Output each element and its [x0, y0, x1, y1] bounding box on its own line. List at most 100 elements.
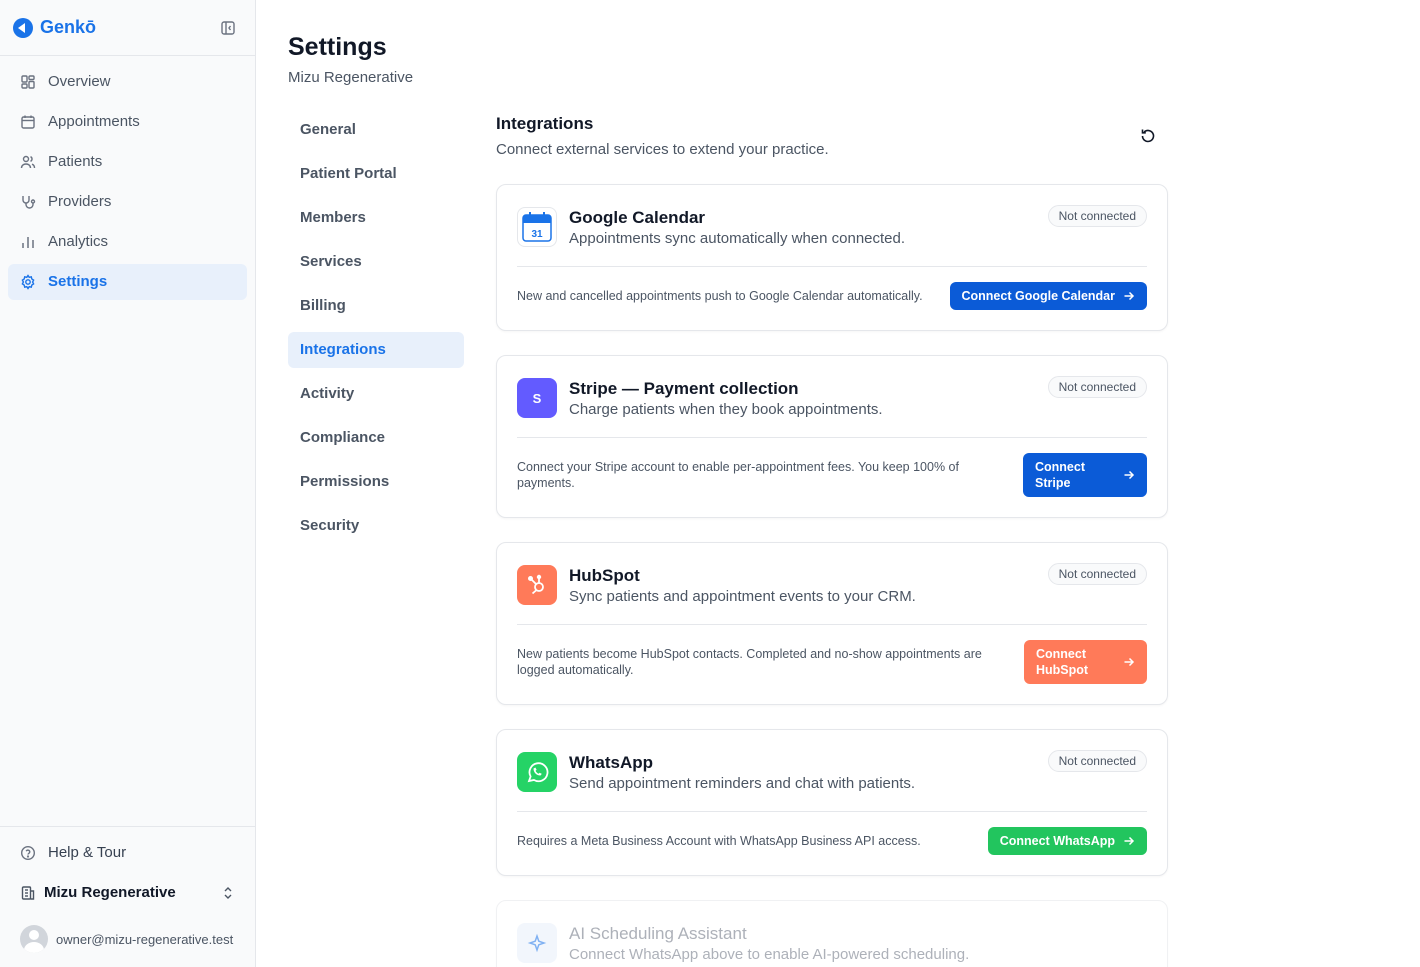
org-name: Mizu Regenerative — [44, 884, 176, 901]
subnav-label: General — [300, 121, 356, 138]
sidebar-item-settings[interactable]: Settings — [8, 264, 247, 300]
connect-hubspot-button[interactable]: Connect HubSpot — [1024, 640, 1147, 684]
subnav-label: Compliance — [300, 429, 386, 446]
sidebar: Genkō Overview Appointments Patients Pro — [0, 0, 256, 967]
card-divider — [517, 437, 1147, 438]
integration-name: Google Calendar — [569, 208, 706, 227]
card-divider — [517, 624, 1147, 625]
connect-stripe-button[interactable]: Connect Stripe — [1023, 453, 1147, 497]
user-account-menu[interactable]: owner@mizu-regenerative.test — [8, 921, 247, 957]
sidebar-item-appointments[interactable]: Appointments — [8, 104, 247, 140]
grid-icon — [20, 74, 36, 90]
subnav-item-permissions[interactable]: Permissions — [288, 464, 464, 500]
integration-name: HubSpot — [569, 566, 640, 585]
status-badge: Not connected — [1047, 563, 1147, 585]
arrow-right-icon — [1124, 470, 1135, 480]
subnav-label: Members — [300, 209, 366, 226]
collapse-sidebar-icon[interactable] — [220, 20, 236, 36]
gear-icon — [20, 274, 36, 290]
sidebar-item-label: Providers — [48, 193, 112, 210]
arrow-right-icon — [1124, 836, 1135, 846]
subnav-item-members[interactable]: Members — [288, 200, 464, 236]
sparkle-icon — [517, 923, 557, 963]
sidebar-item-label: Settings — [48, 273, 108, 290]
sidebar-item-providers[interactable]: Providers — [8, 184, 247, 220]
help-tour-button[interactable]: Help & Tour — [8, 835, 247, 871]
subnav-item-security[interactable]: Security — [288, 508, 464, 544]
integration-footnote: Requires a Meta Business Account with Wh… — [517, 834, 921, 848]
status-badge: Not connected — [1047, 376, 1147, 398]
integration-description: Charge patients when they book appointme… — [569, 401, 883, 418]
subnav-item-patient-portal[interactable]: Patient Portal — [288, 156, 464, 192]
section-title: Integrations — [496, 114, 594, 133]
subnav-label: Permissions — [300, 473, 390, 490]
page-title: Settings — [288, 33, 387, 61]
button-label: Connect Google Calendar — [961, 289, 1116, 303]
card-divider — [517, 811, 1147, 812]
user-email: owner@mizu-regenerative.test — [56, 932, 234, 947]
integration-description: Sync patients and appointment events to … — [569, 588, 916, 605]
refresh-icon[interactable] — [1138, 126, 1158, 146]
integration-name: WhatsApp — [569, 753, 654, 772]
sidebar-item-overview[interactable]: Overview — [8, 64, 247, 100]
button-label: Connect Stripe — [1035, 460, 1085, 490]
integration-card-google-calendar: 31 Google Calendar Appointments sync aut… — [496, 184, 1168, 331]
integration-card-stripe: S Stripe — Payment collection Charge pat… — [496, 355, 1168, 518]
stripe-logo-icon: S — [517, 378, 557, 418]
sidebar-item-label: Patients — [48, 153, 103, 170]
integration-description: Appointments sync automatically when con… — [569, 230, 906, 247]
arrow-right-icon — [1124, 657, 1135, 667]
subnav-item-compliance[interactable]: Compliance — [288, 420, 464, 456]
google-calendar-logo-text: 31 — [531, 229, 543, 240]
subnav-label: Integrations — [300, 341, 386, 358]
integration-card-ai-scheduling: AI Scheduling Assistant Connect WhatsApp… — [496, 900, 1168, 967]
subnav-item-activity[interactable]: Activity — [288, 376, 464, 412]
brand-header: Genkō — [0, 0, 255, 56]
sidebar-item-label: Analytics — [48, 233, 109, 250]
status-badge: Not connected — [1047, 205, 1147, 227]
help-tour-label: Help & Tour — [48, 844, 127, 861]
status-badge: Not connected — [1047, 750, 1147, 772]
sidebar-item-label: Overview — [48, 73, 111, 90]
bar-chart-icon — [20, 234, 36, 250]
subnav-label: Billing — [300, 297, 346, 314]
button-label: Connect WhatsApp — [999, 834, 1115, 848]
brand-logo-icon[interactable] — [13, 18, 33, 38]
org-switcher[interactable]: Mizu Regenerative — [8, 875, 247, 911]
page-subtitle: Mizu Regenerative — [288, 69, 414, 86]
integration-name: Stripe — Payment collection — [569, 379, 799, 398]
connect-whatsapp-button[interactable]: Connect WhatsApp — [987, 827, 1147, 855]
subnav-label: Patient Portal — [300, 165, 397, 182]
users-icon — [20, 154, 36, 170]
subnav-label: Activity — [300, 385, 355, 402]
integration-card-hubspot: HubSpot Sync patients and appointment ev… — [496, 542, 1168, 705]
building-icon — [20, 885, 36, 901]
subnav-item-billing[interactable]: Billing — [288, 288, 464, 324]
calendar-icon — [20, 114, 36, 130]
brand-name[interactable]: Genkō — [40, 17, 96, 38]
subnav-item-services[interactable]: Services — [288, 244, 464, 280]
subnav-item-integrations[interactable]: Integrations — [288, 332, 464, 368]
sidebar-item-patients[interactable]: Patients — [8, 144, 247, 180]
connect-google-calendar-button[interactable]: Connect Google Calendar — [949, 282, 1147, 310]
button-label: Connect HubSpot — [1036, 647, 1089, 677]
arrow-right-icon — [1124, 291, 1135, 301]
subnav-item-general[interactable]: General — [288, 112, 464, 148]
section-description: Connect external services to extend your… — [496, 141, 829, 158]
integration-description: Connect WhatsApp above to enable AI-powe… — [569, 946, 970, 963]
stethoscope-icon — [20, 194, 36, 210]
sidebar-item-analytics[interactable]: Analytics — [8, 224, 247, 260]
avatar — [20, 925, 48, 953]
integration-footnote: New patients become HubSpot contacts. Co… — [517, 647, 982, 677]
card-divider — [517, 266, 1147, 267]
hubspot-logo-icon — [517, 565, 557, 605]
whatsapp-logo-icon — [517, 752, 557, 792]
help-circle-icon — [20, 845, 36, 861]
subnav-label: Security — [300, 517, 360, 534]
integration-footnote: New and cancelled appointments push to G… — [517, 289, 923, 303]
subnav-label: Services — [300, 253, 362, 270]
chevron-up-down-icon — [220, 885, 236, 901]
google-calendar-icon: 31 — [517, 207, 557, 247]
integration-name: AI Scheduling Assistant — [569, 924, 747, 943]
sidebar-item-label: Appointments — [48, 113, 140, 130]
